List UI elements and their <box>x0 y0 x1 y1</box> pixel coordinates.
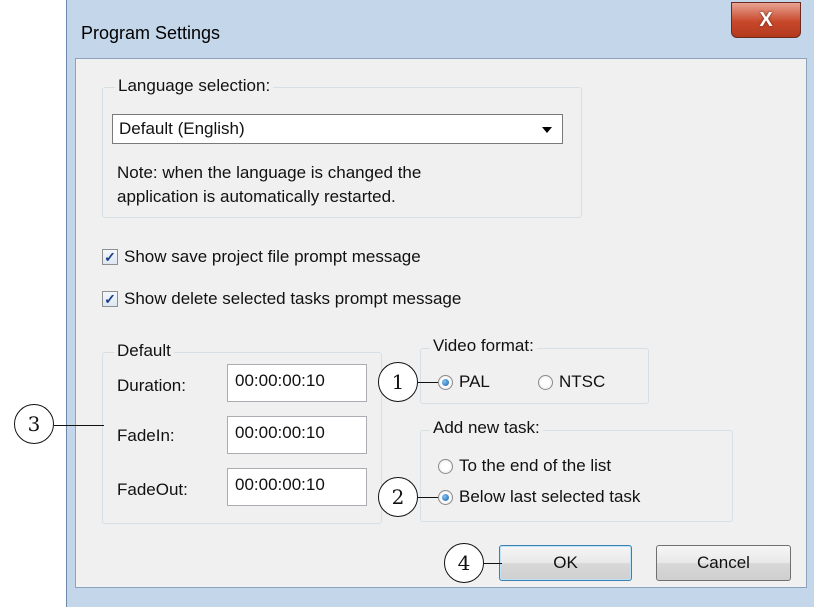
cancel-button[interactable]: Cancel <box>656 545 791 581</box>
default-group-label: Default <box>114 341 174 361</box>
callout-2-leader <box>418 497 438 498</box>
checkmark-icon: ✓ <box>104 291 116 307</box>
add-task-group-label: Add new task: <box>430 418 543 438</box>
language-selected-value: Default (English) <box>119 119 245 138</box>
ntsc-label[interactable]: NTSC <box>559 372 605 392</box>
cancel-button-label: Cancel <box>697 553 750 572</box>
fadein-value: 00:00:00:10 <box>235 423 325 442</box>
window-title: Program Settings <box>81 23 221 43</box>
pal-radio[interactable] <box>438 375 453 390</box>
language-note-line2: application is automatically restarted. <box>117 187 396 206</box>
fadein-label: FadeIn: <box>117 426 175 445</box>
ntsc-radio[interactable] <box>538 375 553 390</box>
save-prompt-checkbox[interactable]: ✓ <box>102 249 118 265</box>
callout-4-leader <box>484 563 502 564</box>
fadeout-value: 00:00:00:10 <box>235 475 325 494</box>
end-of-list-label[interactable]: To the end of the list <box>459 456 611 476</box>
callout-3: 3 <box>14 404 54 444</box>
ok-button[interactable]: OK <box>499 545 632 581</box>
delete-prompt-label[interactable]: Show delete selected tasks prompt messag… <box>124 289 461 309</box>
save-prompt-label[interactable]: Show save project file prompt message <box>124 247 421 267</box>
duration-label: Duration: <box>117 376 186 395</box>
callout-2: 2 <box>378 477 418 517</box>
callout-4-number: 4 <box>457 551 471 575</box>
language-note-line1: Note: when the language is changed the <box>117 163 422 182</box>
title-bar[interactable]: Program Settings X <box>67 0 814 58</box>
language-dropdown[interactable]: Default (English) <box>112 114 563 144</box>
end-of-list-radio[interactable] <box>438 459 453 474</box>
callout-1-leader <box>418 382 438 383</box>
callout-1-number: 1 <box>391 370 405 394</box>
delete-prompt-checkbox[interactable]: ✓ <box>102 291 118 307</box>
callout-3-number: 3 <box>27 412 41 436</box>
callout-3-leader <box>54 425 104 426</box>
duration-input[interactable]: 00:00:00:10 <box>227 364 367 402</box>
video-format-group <box>420 348 649 404</box>
below-selected-label[interactable]: Below last selected task <box>459 487 640 507</box>
fadeout-input[interactable]: 00:00:00:10 <box>227 468 367 506</box>
close-icon: X <box>759 8 773 31</box>
callout-2-number: 2 <box>391 485 405 509</box>
duration-value: 00:00:00:10 <box>235 371 325 390</box>
video-format-group-label: Video format: <box>430 336 537 356</box>
callout-4: 4 <box>444 543 484 583</box>
fadeout-label: FadeOut: <box>117 480 188 499</box>
callout-1: 1 <box>378 362 418 402</box>
close-button[interactable]: X <box>731 2 801 38</box>
checkmark-icon: ✓ <box>104 249 116 265</box>
chevron-down-icon <box>542 127 552 133</box>
fadein-input[interactable]: 00:00:00:10 <box>227 416 367 454</box>
pal-label[interactable]: PAL <box>459 372 490 392</box>
ok-button-label: OK <box>553 553 578 572</box>
add-task-group <box>420 430 733 522</box>
language-group-label: Language selection: <box>115 76 274 96</box>
below-selected-radio[interactable] <box>438 490 453 505</box>
